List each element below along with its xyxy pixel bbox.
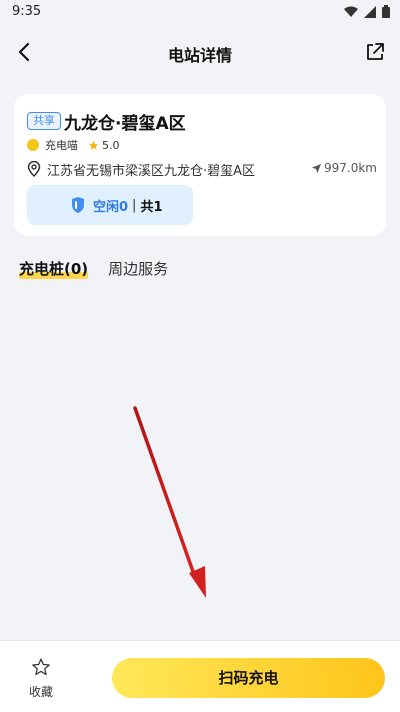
rating-value: 5.0 (102, 138, 120, 152)
top-navigation-bar: 电站详情 (0, 24, 400, 80)
operator-row: 充电喵 5.0 (27, 137, 120, 153)
availability-separator: | (132, 197, 137, 213)
station-name: 九龙仓·碧玺A区 (64, 114, 186, 134)
star-icon (88, 140, 99, 150)
signal-icon (364, 5, 376, 18)
distance: 997.0km (312, 161, 377, 175)
location-pin-icon (27, 161, 41, 177)
operator-name: 充电喵 (45, 139, 78, 152)
tab-chargers[interactable]: 充电桩(0) (19, 258, 89, 279)
station-info-card: 共享 九龙仓·碧玺A区 充电喵 5.0 江苏省无锡市梁溪区九龙仓·碧玺A区 99… (14, 94, 386, 236)
favorite-button[interactable]: 收藏 (18, 657, 64, 701)
available-count: 空闲0 (93, 199, 129, 215)
share-tag-badge: 共享 (27, 112, 61, 130)
charging-shield-icon (72, 197, 84, 213)
tab-bar: 充电桩(0) 周边服务 (19, 258, 168, 279)
status-time: 9:35 (12, 4, 42, 19)
bottom-action-bar: 收藏 扫码充电 (0, 640, 400, 712)
status-bar: 9:35 (0, 0, 400, 24)
navigation-arrow-icon (312, 163, 321, 173)
tab-chargers-label: 充电桩(0) (19, 260, 89, 278)
operator-logo-icon (27, 139, 39, 151)
total-count: 共1 (140, 199, 163, 215)
share-external-icon[interactable] (364, 41, 386, 63)
battery-icon (382, 5, 390, 18)
availability-box: 空闲0 | 共1 (27, 185, 193, 225)
wifi-icon (344, 6, 358, 17)
star-outline-icon (32, 658, 50, 676)
distance-value: 997.0km (324, 161, 377, 175)
address-row[interactable]: 江苏省无锡市梁溪区九龙仓·碧玺A区 997.0km (27, 160, 377, 179)
status-icons (344, 5, 390, 18)
tab-nearby-services-label: 周边服务 (108, 260, 169, 278)
page-title: 电站详情 (167, 46, 232, 65)
rating: 5.0 (88, 139, 120, 152)
station-address: 江苏省无锡市梁溪区九龙仓·碧玺A区 (47, 164, 256, 179)
tab-nearby-services[interactable]: 周边服务 (108, 258, 168, 279)
favorite-label: 收藏 (28, 685, 53, 699)
scan-to-charge-button[interactable]: 扫码充电 (112, 658, 385, 698)
